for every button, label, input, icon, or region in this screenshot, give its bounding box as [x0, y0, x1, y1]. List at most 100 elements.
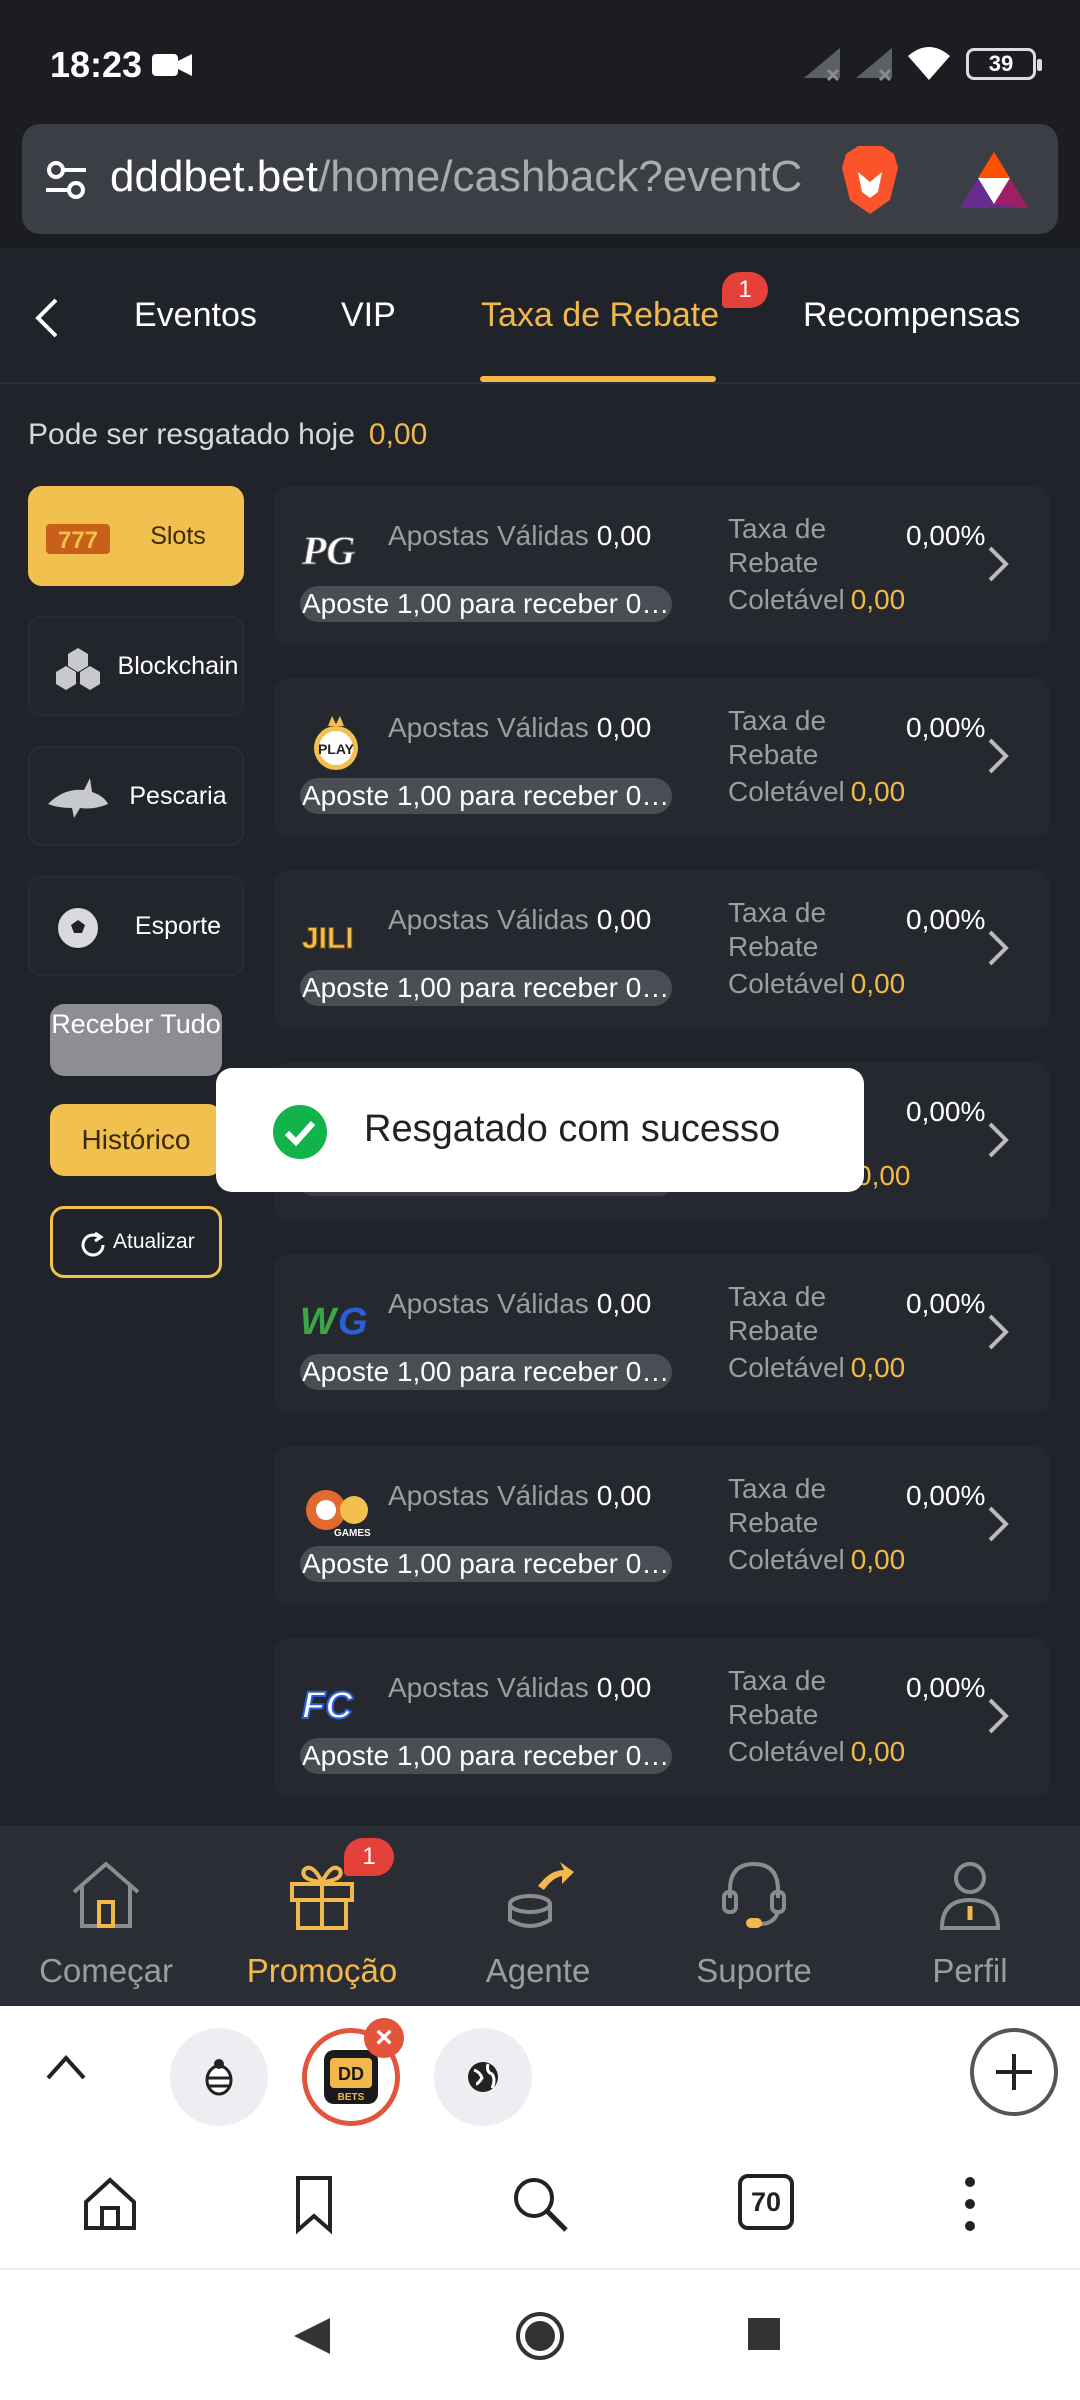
- valid-bets-label: Apostas Válidas: [388, 712, 589, 743]
- system-back-icon[interactable]: [290, 2314, 334, 2358]
- valid-bets-value: 0,00: [596, 1480, 652, 1511]
- chevron-right-icon: [988, 1698, 1009, 1734]
- chevron-right-icon: [988, 546, 1009, 582]
- rebate-rate-value: 0,00%: [906, 520, 986, 551]
- provider-card[interactable]: FC Apostas Válidas 0,00 Aposte 1,00 para …: [274, 1638, 1050, 1796]
- system-home-icon[interactable]: [514, 2310, 566, 2362]
- active-tab-indicator: [480, 376, 716, 382]
- redeemable-today: Pode ser resgatado hoje 0,00: [28, 418, 427, 452]
- browser-tab-1[interactable]: [170, 2028, 268, 2126]
- more-menu-icon[interactable]: [938, 2172, 1002, 2236]
- chevron-right-icon: [988, 1122, 1009, 1158]
- nav-promocao[interactable]: Promoção: [222, 1856, 422, 1996]
- svg-text:BETS: BETS: [338, 2092, 365, 2103]
- category-label: Slots: [150, 522, 206, 550]
- valid-bets-label: Apostas Válidas: [388, 904, 589, 935]
- svg-text:GAMES: GAMES: [334, 1528, 371, 1539]
- blockchain-cubes-icon: [56, 648, 100, 690]
- brave-shields-icon[interactable]: [838, 144, 902, 216]
- site-settings-icon[interactable]: [44, 158, 88, 202]
- tab-taxa-de-rebate[interactable]: Taxa de Rebate: [481, 296, 719, 335]
- collectible-label: Coletável: [728, 968, 845, 999]
- rebate-rate-label: Taxa de Rebate: [728, 705, 827, 770]
- tab-recompensas[interactable]: Recompensas: [803, 296, 1020, 335]
- profile-icon: [939, 1862, 1001, 1930]
- rebate-rate-label: Taxa de Rebate: [728, 1665, 827, 1730]
- valid-bets-value: 0,00: [596, 712, 652, 743]
- redeemable-today-value: 0,00: [368, 418, 428, 451]
- category-slots[interactable]: 777 Slots: [28, 486, 244, 586]
- svg-text:G: G: [338, 1301, 368, 1343]
- provider-card[interactable]: PG Apostas Válidas 0,00 Aposte 1,00 para …: [274, 486, 1050, 644]
- category-blockchain[interactable]: Blockchain: [28, 616, 244, 716]
- collectible: Coletável 0,00: [728, 1544, 905, 1576]
- rebate-rate-value: 0,00%: [906, 1672, 986, 1703]
- battery-indicator: 39: [966, 48, 1042, 80]
- valid-bets-label: Apostas Válidas: [388, 1480, 589, 1511]
- nav-label: Começar: [39, 1952, 173, 1989]
- collectible: Coletável 0,00: [728, 968, 905, 1000]
- provider-card[interactable]: WG Apostas Válidas 0,00 Aposte 1,00 para …: [274, 1254, 1050, 1412]
- rebate-rate-label: Taxa de Rebate: [728, 1473, 827, 1538]
- refresh-button[interactable]: Atualizar: [50, 1206, 222, 1278]
- check-circle-icon: [273, 1105, 327, 1159]
- svg-text:PLAY: PLAY: [318, 741, 355, 757]
- new-tab-button[interactable]: [970, 2028, 1058, 2116]
- rebate-rate-value: 0,00%: [906, 1480, 986, 1511]
- plus-icon: [996, 2054, 1032, 2090]
- soccer-ball-icon: [56, 906, 100, 950]
- browser-tab-3[interactable]: [434, 2028, 532, 2126]
- bet-hint: Aposte 1,00 para receber 0,...: [300, 586, 672, 622]
- history-button[interactable]: Histórico: [50, 1104, 222, 1176]
- nav-notification-badge: 1: [344, 1838, 394, 1876]
- tab-eventos[interactable]: Eventos: [134, 296, 257, 335]
- browser-tab-strip: DD BETS ×: [0, 2006, 1080, 2138]
- bet-hint: Aposte 1,00 para receber 0,...: [300, 778, 672, 814]
- bookmark-icon[interactable]: [282, 2172, 346, 2236]
- collectible-label: Coletável: [728, 584, 845, 615]
- chevron-right-icon: [988, 1506, 1009, 1542]
- system-navigation-bar: [0, 2270, 1080, 2400]
- search-icon[interactable]: [508, 2172, 572, 2236]
- rebate-rate-label: Taxa de Rebate: [728, 897, 827, 962]
- tab-vip[interactable]: VIP: [341, 296, 396, 335]
- toast-message: Resgatado com sucesso: [364, 1108, 781, 1150]
- svg-text:W: W: [300, 1301, 339, 1343]
- signal-icon-2: [856, 48, 892, 82]
- collectible-label: Coletável: [728, 776, 845, 807]
- chevron-right-icon: [988, 930, 1009, 966]
- provider-card[interactable]: GAMES Apostas Válidas 0,00 Aposte 1,00 pa…: [274, 1446, 1050, 1604]
- rebate-rate-label: Taxa de Rebate: [728, 513, 827, 578]
- tab-count-button[interactable]: 70: [738, 2174, 794, 2230]
- home-icon[interactable]: [78, 2172, 142, 2236]
- nav-comecar[interactable]: Começar: [6, 1856, 206, 1996]
- svg-text:DD: DD: [338, 2064, 364, 2084]
- chevron-right-icon: [988, 1314, 1009, 1350]
- valid-bets-label: Apostas Válidas: [388, 1672, 589, 1703]
- nav-suporte[interactable]: Suporte: [654, 1856, 854, 1996]
- category-esporte[interactable]: Esporte: [28, 876, 244, 976]
- dddbet-favicon-icon: DD BETS: [324, 2050, 378, 2104]
- back-chevron-icon[interactable]: [28, 296, 68, 340]
- system-recents-icon[interactable]: [746, 2316, 782, 2352]
- brave-rewards-icon[interactable]: [958, 148, 1030, 212]
- nav-label: Perfil: [932, 1952, 1008, 1989]
- url-text[interactable]: dddbet.bet/home/cashback?eventC: [110, 152, 850, 202]
- nav-perfil[interactable]: Perfil: [870, 1856, 1070, 1996]
- valid-bets: Apostas Válidas 0,00: [388, 1480, 651, 1512]
- nav-label: Agente: [485, 1952, 591, 1989]
- receive-all-button[interactable]: Receber Tudo: [50, 1004, 222, 1076]
- collectible-value: 0,00: [850, 1544, 906, 1575]
- chevron-up-icon[interactable]: [44, 2050, 88, 2082]
- svg-text:JILI: JILI: [302, 922, 354, 955]
- provider-card[interactable]: PLAY Apostas Válidas 0,00 Aposte 1,00 par…: [274, 678, 1050, 836]
- provider-card[interactable]: JILI Apostas Válidas 0,00 Aposte 1,00 par…: [274, 870, 1050, 1028]
- url-path: /home/cashback?eventC: [317, 152, 803, 201]
- jili-logo-icon: JILI: [302, 922, 355, 956]
- nav-agente[interactable]: Agente: [438, 1856, 638, 1996]
- close-tab-icon[interactable]: ×: [364, 2018, 404, 2058]
- category-pescaria[interactable]: Pescaria: [28, 746, 244, 846]
- address-bar[interactable]: dddbet.bet/home/cashback?eventC: [22, 124, 1058, 234]
- bee-favicon-icon: [205, 2059, 233, 2096]
- collectible-label: Coletável: [728, 1544, 845, 1575]
